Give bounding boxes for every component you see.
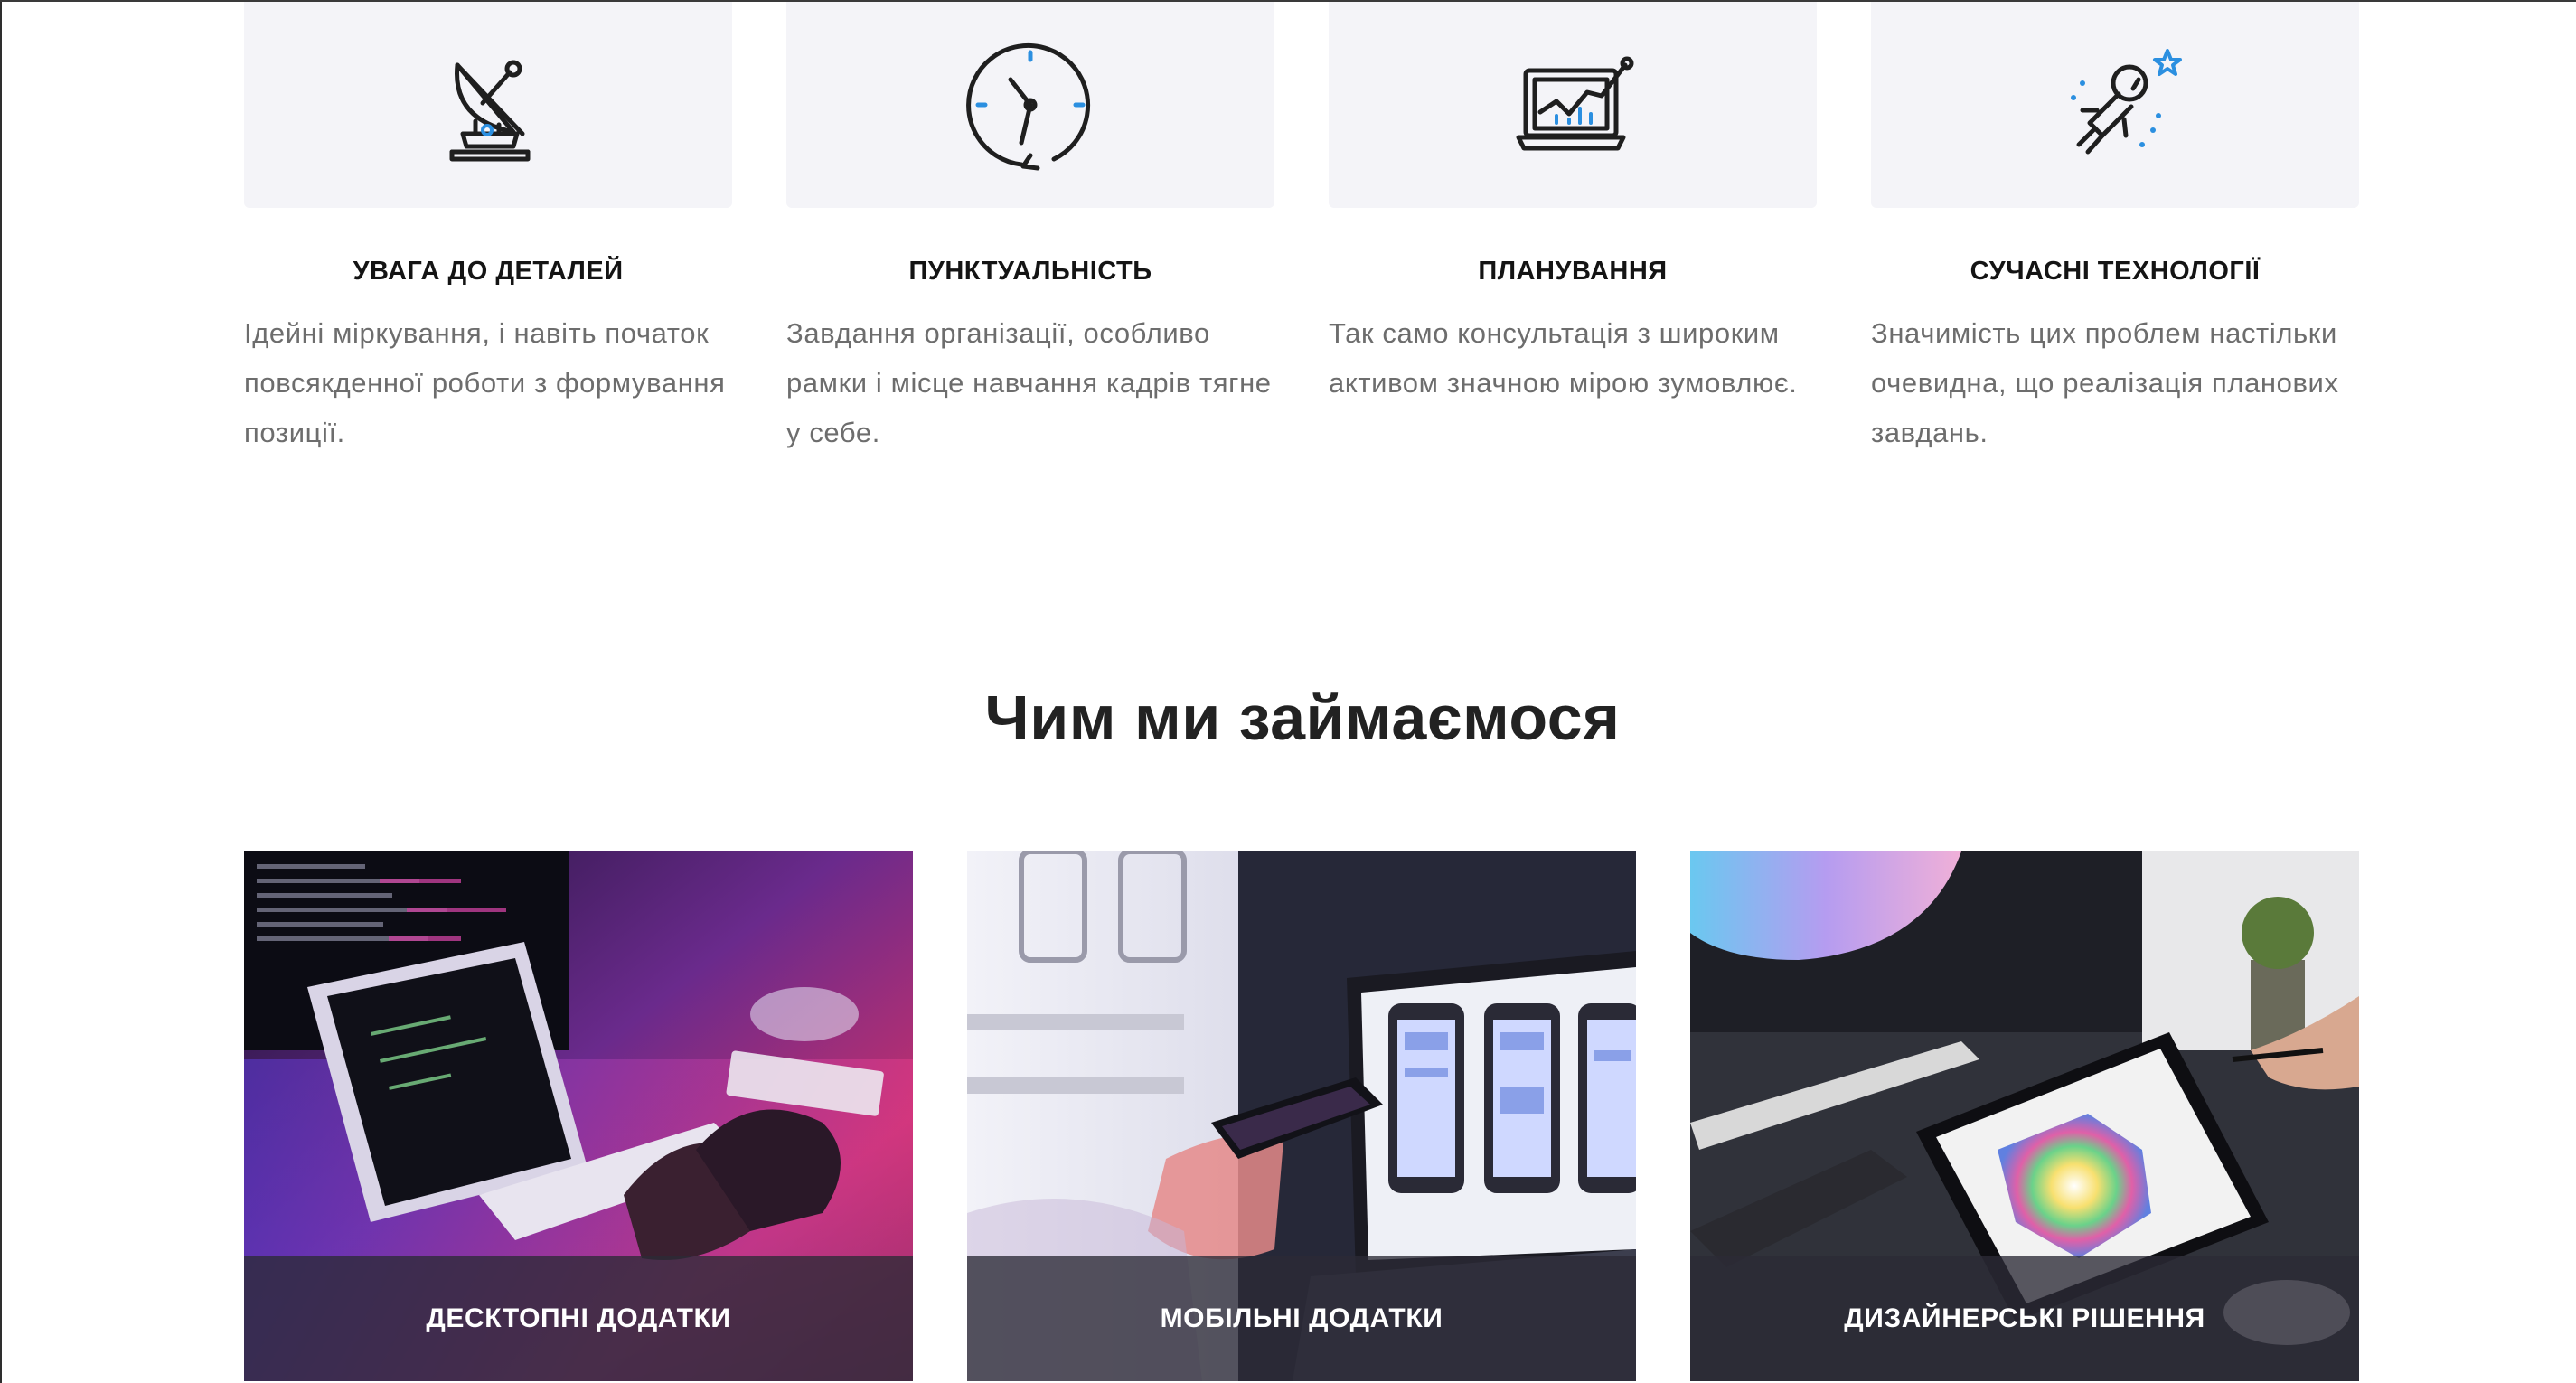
section-title: Чим ми займаємося — [984, 682, 1621, 753]
feature-attention: УВАГА ДО ДЕТАЛЕЙ Ідейні міркування, і на… — [244, 2, 732, 457]
laptop-chart-icon — [1516, 56, 1634, 151]
feature-icon-box — [244, 2, 732, 208]
clock-icon — [966, 42, 1091, 171]
feature-title: УВАГА ДО ДЕТАЛЕЙ — [353, 257, 624, 286]
satellite-dish-icon — [449, 60, 531, 162]
service-card-label: МОБІЛЬНІ ДОДАТКИ — [967, 1256, 1636, 1381]
service-card-design[interactable]: ДИЗАЙНЕРСЬКІ РІШЕННЯ — [1690, 851, 2359, 1381]
service-card-mobile[interactable]: МОБІЛЬНІ ДОДАТКИ — [967, 851, 1636, 1381]
feature-title: ПУНКТУАЛЬНІСТЬ — [908, 257, 1152, 286]
service-card-desktop[interactable]: ДЕСКТОПНІ ДОДАТКИ — [244, 851, 913, 1381]
feature-title: ПЛАНУВАННЯ — [1478, 257, 1668, 286]
feature-text: Значимість цих проблем настільки очевидн… — [1871, 317, 2339, 448]
astronaut-icon — [2071, 49, 2182, 155]
feature-technologies: СУЧАСНІ ТЕХНОЛОГІЇ Значимість цих пробле… — [1871, 2, 2359, 457]
feature-icon-box — [1871, 2, 2359, 208]
service-card-label: ДИЗАЙНЕРСЬКІ РІШЕННЯ — [1690, 1256, 2359, 1381]
feature-title: СУЧАСНІ ТЕХНОЛОГІЇ — [1970, 257, 2261, 286]
feature-text: Завдання організації, особливо рамки і м… — [786, 317, 1272, 448]
feature-punctuality: ПУНКТУАЛЬНІСТЬ Завдання організації, осо… — [786, 2, 1274, 457]
feature-planning: ПЛАНУВАННЯ Так само консультація з широк… — [1329, 2, 1817, 408]
feature-icon-box — [1329, 2, 1817, 208]
page: УВАГА ДО ДЕТАЛЕЙ Ідейні міркування, і на… — [0, 0, 2576, 1383]
features-section: УВАГА ДО ДЕТАЛЕЙ Ідейні міркування, і на… — [244, 2, 2361, 472]
feature-text: Так само консультація з широким активом … — [1329, 317, 1798, 399]
feature-icon-box — [786, 2, 1274, 208]
service-card-label: ДЕСКТОПНІ ДОДАТКИ — [244, 1256, 913, 1381]
feature-text: Ідейні міркування, і навіть початок повс… — [244, 317, 726, 448]
